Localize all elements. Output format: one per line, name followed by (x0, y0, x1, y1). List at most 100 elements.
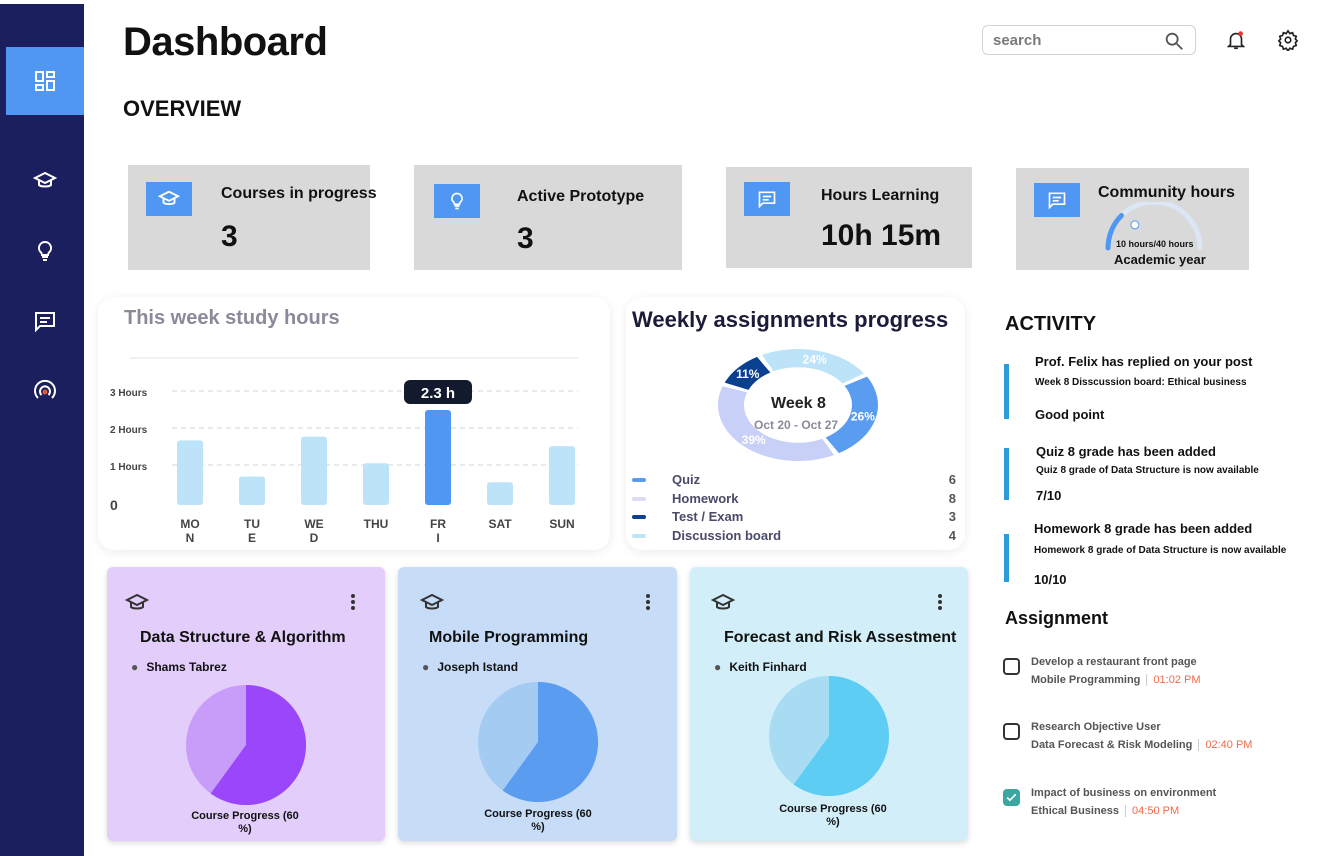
course-title: Mobile Programming (429, 629, 589, 646)
bar[interactable] (301, 436, 327, 505)
assignment-name: Research Objective User (1031, 721, 1161, 733)
legend-value: 3 (948, 509, 956, 524)
y-tick-label: 0 (110, 497, 118, 513)
assignment-course: Mobile Programming (1031, 674, 1141, 686)
assignment-time: 04:50 PM (1125, 805, 1180, 817)
search-box[interactable] (982, 25, 1196, 55)
course-title: Forecast and Risk Assestment (724, 629, 957, 646)
activity-detail: Homework 8 grade of Data Structure is no… (1034, 545, 1287, 556)
settings-gear-icon[interactable] (1277, 29, 1299, 51)
assignment-checkbox[interactable] (1003, 723, 1020, 740)
donut-segment-label: 39% (742, 433, 766, 447)
sidebar-item-dashboard[interactable] (6, 47, 84, 115)
stat-card-prototype: Active Prototype 3 (414, 165, 682, 270)
chart-title: Weekly assignments progress (632, 307, 949, 332)
y-tick-label: 2 Hours (110, 425, 148, 436)
activity-detail: Week 8 Disscussion board: Ethical busine… (1035, 377, 1247, 388)
assignment-course: Data Forecast & Risk Modeling (1031, 739, 1193, 751)
legend-item: Quiz 6 (632, 472, 956, 490)
bar[interactable] (363, 463, 389, 505)
study-hours-chart: 3 Hours 2 Hours 1 Hours 0 MON TUE WED THU FRI 2.3… (110, 357, 578, 545)
donut-center-title: Week 8 (771, 395, 826, 412)
graduation-cap-icon (146, 182, 192, 216)
course-progress-pie (186, 685, 307, 805)
bar-tooltip-label: 2.3 h (421, 385, 455, 402)
assignment-course: Ethical Business (1031, 805, 1120, 817)
sidebar-item-messages[interactable] (6, 287, 84, 355)
assignment-checkbox-checked[interactable] (1003, 789, 1020, 806)
stat-label: Community hours (1098, 184, 1235, 201)
stat-value: 3 (517, 222, 534, 255)
activity-title-text: Prof. Felix has replied on your post (1035, 354, 1253, 369)
course-progress-pie (769, 676, 890, 796)
donut-center-subtitle: Oct 20 - Oct 27 (754, 418, 839, 432)
course-progress-label: Course Progress (60 %) (779, 803, 887, 828)
notification-bell-icon[interactable] (1225, 29, 1247, 51)
activity-extra: 7/10 (1036, 488, 1062, 503)
graduation-cap-icon (711, 593, 735, 610)
more-options-icon[interactable] (350, 593, 356, 611)
assignment-title: Assignment (1005, 608, 1109, 628)
assignment-meta: Mobile Programming 01:02 PM (1031, 674, 1201, 686)
donut-segment-label: 11% (736, 367, 760, 381)
graduation-cap-icon (33, 171, 57, 188)
assignment-checkbox[interactable] (1003, 658, 1020, 675)
check-icon (1006, 793, 1017, 802)
course-progress-label: Course Progress (60 %) (484, 808, 592, 833)
activity-title-text: Homework 8 grade has been added (1034, 521, 1253, 536)
sidebar-item-courses[interactable] (6, 147, 84, 215)
activity-extra: Good point (1035, 407, 1105, 422)
course-card-data-structure[interactable]: Data Structure & Algorithm ● Shams Tabre… (107, 567, 385, 841)
stat-label: Hours Learning (821, 187, 940, 204)
instructor-name: Keith Finhard (729, 660, 807, 674)
more-options-icon[interactable] (645, 593, 651, 611)
legend-item: Test / Exam 3 (632, 509, 956, 527)
legend-swatch (632, 515, 646, 519)
legend-swatch (632, 533, 646, 538)
bar[interactable] (425, 410, 451, 505)
activity-title-text: Quiz 8 grade has been added (1036, 444, 1216, 459)
legend-label: Homework (672, 490, 739, 506)
course-card-mobile[interactable]: Mobile Programming ● Joseph Istand Cours… (398, 567, 677, 841)
search-icon[interactable] (1163, 30, 1185, 52)
activity-detail: Quiz 8 grade of Data Structure is now av… (1036, 465, 1259, 476)
more-options-icon[interactable] (937, 593, 943, 611)
sidebar-item-prototypes[interactable] (6, 217, 84, 285)
bar[interactable] (239, 476, 265, 506)
sidebar-item-community[interactable] (6, 357, 84, 425)
stat-label: Active Prototype (517, 188, 645, 205)
assignment-name: Impact of business on environment (1031, 787, 1217, 799)
graduation-cap-icon (125, 593, 149, 610)
stat-value: 3 (221, 220, 238, 253)
gauge-subtitle: Academic year (1114, 252, 1206, 267)
assignments-card: Weekly assignments progress 11% 24% 26% 39%… (626, 297, 965, 550)
bar[interactable] (177, 440, 203, 505)
search-input[interactable] (993, 31, 1153, 49)
stat-card-community: Community hours 10 hours/40 hours Academ… (1016, 168, 1249, 270)
page-title: Dashboard (123, 20, 328, 64)
x-tick-label: N (186, 531, 195, 545)
assignment-name: Develop a restaurant front page (1031, 656, 1197, 668)
message-icon (35, 312, 55, 333)
instructor-name: Shams Tabrez (146, 660, 227, 674)
x-tick-label: WE (304, 517, 323, 531)
bar[interactable] (549, 446, 575, 505)
person-icon: ● (131, 660, 139, 674)
legend-value: 4 (948, 527, 956, 543)
person-icon: ● (714, 660, 722, 674)
stat-card-hours: Hours Learning 10h 15m (726, 167, 972, 268)
broadcast-icon (34, 379, 56, 399)
dashboard-icon (35, 71, 55, 91)
x-tick-label: E (248, 531, 256, 545)
assignment-time: 02:40 PM (1198, 739, 1253, 751)
sidebar (0, 4, 84, 856)
course-instructor: ● Joseph Istand (422, 660, 518, 674)
legend-item: Homework 8 (632, 491, 956, 509)
message-icon (1034, 183, 1080, 217)
stat-value: 10h 15m (821, 219, 942, 252)
legend-label: Discussion board (672, 527, 782, 543)
legend-item: Discussion board 4 (632, 528, 956, 546)
course-card-forecast[interactable]: Forecast and Risk Assestment ● Keith Fin… (690, 567, 968, 841)
section-title: OVERVIEW (123, 96, 242, 121)
bar[interactable] (487, 482, 513, 505)
